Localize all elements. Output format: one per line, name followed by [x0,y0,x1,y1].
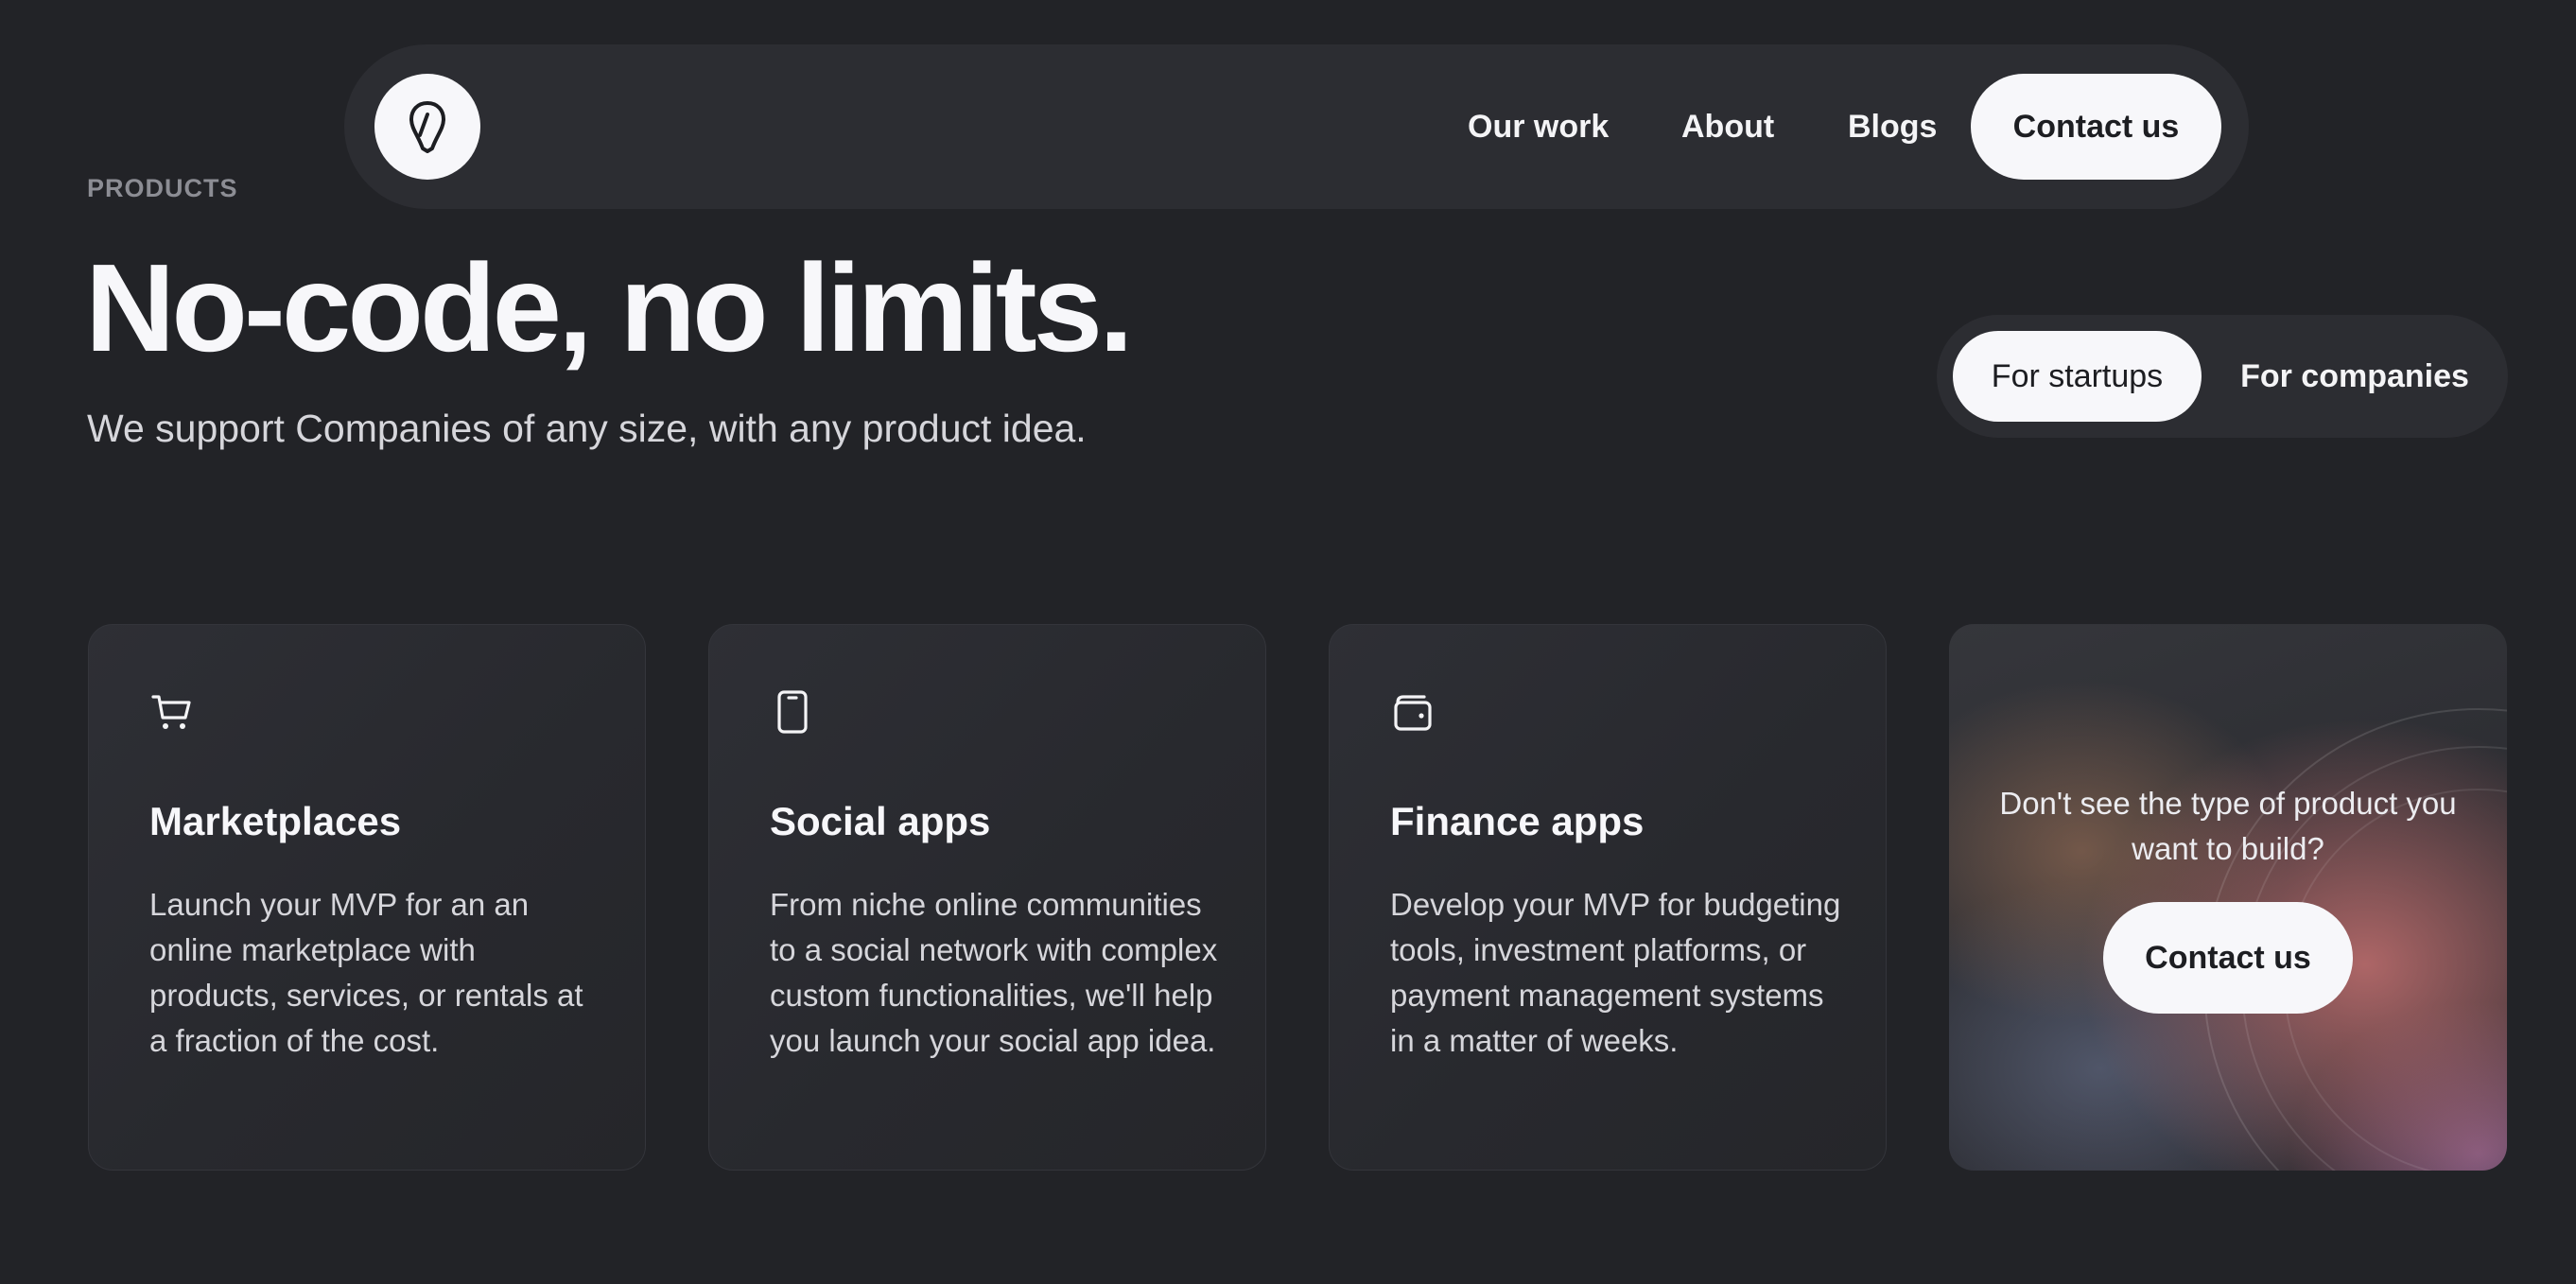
wallet-icon [1394,695,1432,731]
nav-link-about[interactable]: About [1681,44,1774,209]
contact-cta-card: Don't see the type of product you want t… [1949,624,2507,1171]
page-subtitle: We support Companies of any size, with a… [87,407,1087,450]
smartphone-icon [777,690,808,734]
audience-toggle: For startups For companies [1937,315,2508,438]
card-description: Develop your MVP for budgeting tools, in… [1390,887,1841,1058]
location-pin-icon [409,101,445,153]
toggle-for-startups[interactable]: For startups [1953,331,2202,422]
page-title: No-code, no limits. [85,238,1134,377]
cta-contact-button[interactable]: Contact us [2103,902,2353,1014]
nav-link-blogs[interactable]: Blogs [1848,44,1937,209]
cta-prompt-text: Don't see the type of product you want t… [1999,786,2457,866]
section-eyebrow: PRODUCTS [87,174,238,202]
card-title: Marketplaces [149,799,402,843]
product-card-finance-apps: Finance apps Develop your MVP for budget… [1329,624,1887,1171]
shopping-cart-icon [151,695,191,729]
toggle-for-companies[interactable]: For companies [2220,331,2489,422]
product-card-social-apps: Social apps From niche online communitie… [708,624,1266,1171]
top-navigation: Our work About Blogs Contact us [344,44,2249,209]
card-description: From niche online communities to a socia… [770,887,1218,1058]
decorative-rings [2203,708,2507,1171]
product-card-marketplaces: Marketplaces Launch your MVP for an an o… [88,624,646,1171]
card-title: Social apps [770,799,991,843]
nav-contact-button[interactable]: Contact us [1971,74,2221,180]
nav-link-our-work[interactable]: Our work [1468,44,1609,209]
card-title: Finance apps [1390,799,1645,843]
home-logo-button[interactable] [374,74,480,180]
card-description: Launch your MVP for an an online marketp… [149,887,583,1058]
